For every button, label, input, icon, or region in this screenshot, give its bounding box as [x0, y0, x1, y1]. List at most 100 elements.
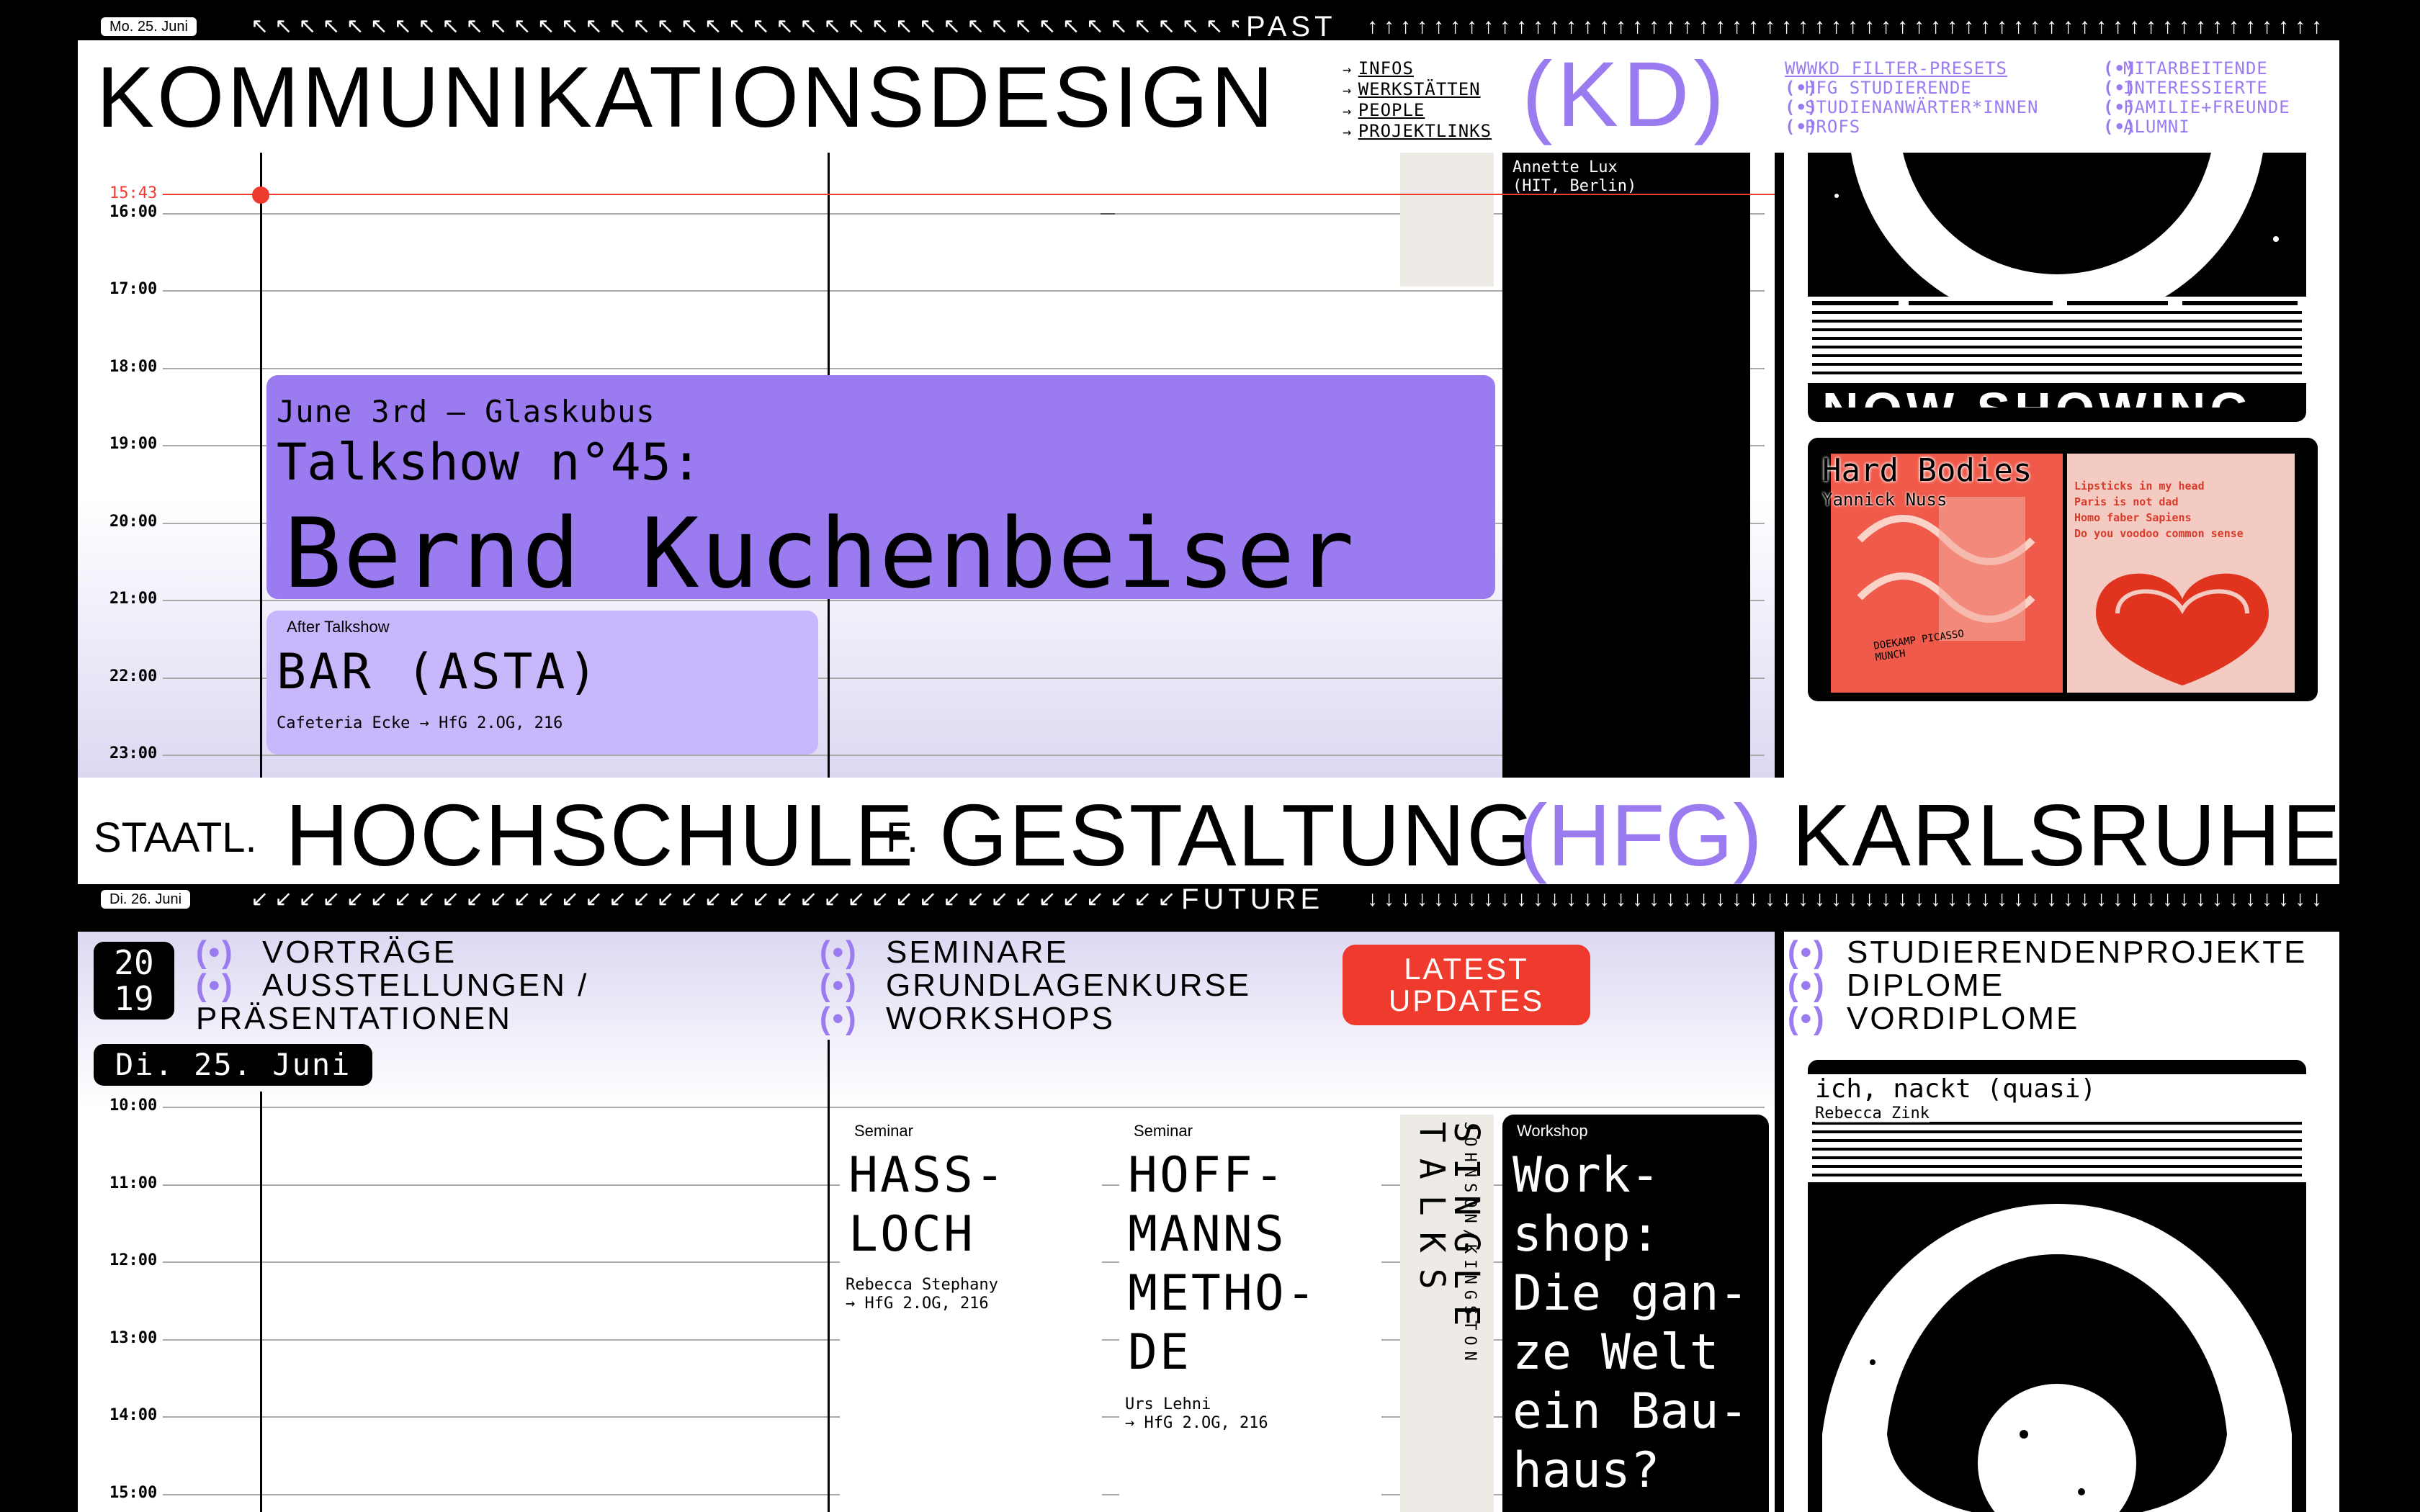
- single-talks-strip-past[interactable]: [1400, 153, 1494, 287]
- nav-item-projektlinks[interactable]: → PROJEKTLINKS: [1343, 122, 1492, 143]
- filter-interessierte[interactable]: (•)INTERESSIERTE: [2103, 78, 2290, 98]
- future-arrows-right: ↓↓↓↓↓↓↓↓↓↓↓↓↓↓↓↓↓↓↓↓↓↓↓↓↓↓↓↓↓↓↓↓↓↓↓↓↓↓↓↓…: [1367, 887, 2325, 911]
- talkshow-speaker: Bernd Kuchenbeiser: [284, 498, 1356, 599]
- kd-logo[interactable]: (KD): [1522, 46, 1729, 144]
- category-list-left: (•) VORTRÄGE (•) AUSSTELLUNGEN / PRÄSENTAT…: [196, 936, 588, 1035]
- filter-presets: WWWKD FILTER-PRESETS (•)HFG STUDIERENDE …: [1785, 59, 2038, 137]
- heart-graphic: [2096, 573, 2269, 685]
- ich-nackt-title: ich, nackt (quasi): [1815, 1074, 2097, 1104]
- future-label[interactable]: FUTURE: [1173, 886, 1333, 913]
- category-vortraege[interactable]: (•) VORTRÄGE: [196, 936, 588, 969]
- past-arrows-right: ↑↑↑↑↑↑↑↑↑↑↑↑↑↑↑↑↑↑↑↑↑↑↑↑↑↑↑↑↑↑↑↑↑↑↑↑↑↑↑↑…: [1367, 14, 2325, 38]
- filter-presets-title[interactable]: WWWKD FILTER-PRESETS: [1785, 59, 2038, 78]
- time-label: 19:00: [109, 435, 158, 453]
- school-city[interactable]: KARLSRUHE: [1792, 785, 2339, 884]
- now-dot: [252, 186, 269, 204]
- filter-mitarbeitende[interactable]: (•)MITARBEITENDE: [2103, 59, 2290, 78]
- column-divider: [1782, 932, 1784, 1512]
- hard-bodies-card[interactable]: DOEKAMP PICASSO MUNCH Lipsticks in my he…: [1808, 438, 2318, 701]
- category-list-mid: (•) SEMINARE (•) GRUNDLAGENKURSE (•) WORKSH…: [820, 936, 1251, 1035]
- nav-item-infos[interactable]: → INFOS: [1343, 59, 1492, 80]
- seminar-person: Urs Lehni: [1125, 1395, 1211, 1413]
- talkshow-meta: June 3rd – Glaskubus: [277, 394, 655, 429]
- time-label: 12:00: [109, 1251, 158, 1269]
- future-date-badge[interactable]: Di. 26. Juni: [101, 890, 191, 909]
- seminar-hassloch-card[interactable]: Seminar HASS- LOCH Rebecca Stephany → HfG…: [840, 1115, 1102, 1512]
- past-calendar[interactable]: 16:00 17:00 18:00 19:00 20:00 21:00 22:0…: [78, 153, 1775, 778]
- toggle-icon: (•): [1785, 97, 1819, 117]
- filter-familie-freunde[interactable]: (•)FAMILIE+FREUNDE: [2103, 98, 2290, 117]
- column-divider: [1782, 153, 1784, 778]
- time-label: 15:00: [109, 1484, 158, 1502]
- category-vordiplome[interactable]: (•) VORDIPLOME: [1788, 1002, 2307, 1035]
- bar-title: BAR (ASTA): [277, 644, 601, 701]
- past-projects-column: NOW SHOWING DOEKAMP PICASSO MUNCH Lipsti…: [1782, 153, 2339, 778]
- single-talks-strip[interactable]: SINGLE TALKS JOHNSON/KINGSTON: [1400, 1115, 1494, 1512]
- time-label: 21:00: [109, 590, 158, 608]
- johnson-kingston-label: JOHNSON/KINGSTON: [1461, 1122, 1479, 1367]
- seminar-room: → HfG 2.OG, 216: [1125, 1414, 1268, 1432]
- time-label: 18:00: [109, 358, 158, 376]
- school-gestaltung[interactable]: GESTALTUNG: [939, 785, 1536, 884]
- hfg-logo[interactable]: (HFG): [1518, 785, 1762, 884]
- year-badge[interactable]: 20 19: [94, 942, 174, 1020]
- category-workshops[interactable]: (•) WORKSHOPS: [820, 1002, 1251, 1035]
- bar-event-card[interactable]: After Talkshow BAR (ASTA) Cafeteria Ecke…: [266, 611, 818, 755]
- future-timeline-bar: Di. 26. Juni ↙↙↙↙↙↙↙↙↙↙↙↙↙↙↙↙↙↙↙↙↙↙↙↙↙↙↙…: [78, 886, 2339, 913]
- zine-line: Lipsticks in my head: [2074, 480, 2205, 492]
- school-hochschule[interactable]: HOCHSCHULE: [285, 785, 915, 884]
- now-time-label: 15:43: [109, 184, 158, 202]
- toggle-icon: (•): [820, 968, 859, 1003]
- talkshow-event-card[interactable]: June 3rd – Glaskubus Talkshow n°45: Bern…: [266, 375, 1495, 599]
- hour-line: [163, 1107, 1765, 1108]
- seminar-label: Seminar: [1134, 1122, 1193, 1140]
- bar-location: Cafeteria Ecke → HfG 2.OG, 216: [277, 714, 563, 732]
- now-showing-poster-past[interactable]: NOW SHOWING: [1808, 153, 2306, 422]
- ich-nackt-poster[interactable]: NOW SHOWING ich, nackt (quasi) Rebecca Z…: [1808, 1060, 2306, 1512]
- nav-item-people[interactable]: → PEOPLE: [1343, 101, 1492, 122]
- header: KOMMUNIKATIONSDESIGN → INFOS → WERKSTÄTT…: [78, 40, 2339, 153]
- toggle-icon: (•): [1785, 117, 1819, 137]
- toggle-icon: (•): [2103, 78, 2137, 98]
- seminar-title: HOFF- MANNS METHO- DE: [1128, 1147, 1318, 1381]
- past-label[interactable]: PAST: [1239, 13, 1344, 40]
- filter-presets-col2: (•)MITARBEITENDE (•)INTERESSIERTE (•)FAM…: [2103, 59, 2290, 137]
- column-divider: [260, 153, 262, 778]
- category-studierendenprojekte[interactable]: (•) STUDIERENDENPROJEKTE: [1788, 936, 2307, 969]
- toggle-icon: (•): [820, 935, 859, 970]
- header-nav: → INFOS → WERKSTÄTTEN → PEOPLE → PROJEKT…: [1343, 59, 1492, 143]
- workshop-bauhaus-card[interactable]: Workshop Work-shop: Die gan-ze Welt ein Ba…: [1502, 1115, 1769, 1512]
- seminar-room: → HfG 2.OG, 216: [846, 1295, 989, 1313]
- category-grundlagenkurse[interactable]: (•) GRUNDLAGENKURSE: [820, 969, 1251, 1002]
- filter-alumni[interactable]: (•)ALUMNI: [2103, 117, 2290, 137]
- toggle-icon: (•): [196, 968, 235, 1003]
- toggle-icon: (•): [820, 1001, 859, 1036]
- toggle-icon: (•): [2103, 97, 2137, 117]
- future-projects-column: (•) STUDIERENDENPROJEKTE (•) DIPLOME (•) VO…: [1782, 932, 2339, 1512]
- seminar-hoffmanns-card[interactable]: Seminar HOFF- MANNS METHO- DE Urs Lehni → H…: [1119, 1115, 1381, 1512]
- eye-circle-graphic: [1808, 1074, 2306, 1512]
- filter-profs[interactable]: (•)PROFS: [1785, 117, 2038, 137]
- past-date-badge[interactable]: Mo. 25. Juni: [101, 17, 197, 36]
- filter-studienanwaerter[interactable]: (•)STUDIENANWÄRTER*INNEN: [1785, 98, 2038, 117]
- category-ausstellungen[interactable]: (•) AUSSTELLUNGEN /: [196, 969, 588, 1002]
- toggle-icon: (•): [1788, 935, 1827, 970]
- page-title[interactable]: KOMMUNIKATIONSDESIGN: [97, 50, 1276, 144]
- nav-item-werkstaetten[interactable]: → WERKSTÄTTEN: [1343, 80, 1492, 101]
- zine-line: Homo faber Sapiens: [2074, 511, 2192, 524]
- latest-updates-button[interactable]: LATEST UPDATES: [1343, 945, 1590, 1025]
- future-calendar[interactable]: 20 19 (•) VORTRÄGE (•) AUSSTELLUNGEN / PRÄS…: [78, 932, 1775, 1512]
- category-seminare[interactable]: (•) SEMINARE: [820, 936, 1251, 969]
- filter-hfg-studierende[interactable]: (•)HFG STUDIERENDE: [1785, 78, 2038, 98]
- zine-line: Do you voodoo common sense: [2074, 527, 2244, 540]
- time-label: 10:00: [109, 1097, 158, 1115]
- category-praesentationen[interactable]: PRÄSENTATIONEN: [196, 1002, 588, 1035]
- past-black-column[interactable]: Annette Lux (HIT, Berlin): [1502, 153, 1750, 778]
- future-arrows-left: ↙↙↙↙↙↙↙↙↙↙↙↙↙↙↙↙↙↙↙↙↙↙↙↙↙↙↙↙↙↙↙↙↙↙↙↙↙↙↙↙…: [251, 887, 1223, 911]
- eye-circle-graphic: [1808, 153, 2306, 383]
- day-label-badge[interactable]: Di. 25. Juni: [94, 1044, 373, 1086]
- seminar-label: Seminar: [854, 1122, 913, 1140]
- seminar-person: Rebecca Stephany: [846, 1276, 998, 1294]
- zine-line: Paris is not dad: [2074, 495, 2179, 508]
- category-diplome[interactable]: (•) DIPLOME: [1788, 969, 2307, 1002]
